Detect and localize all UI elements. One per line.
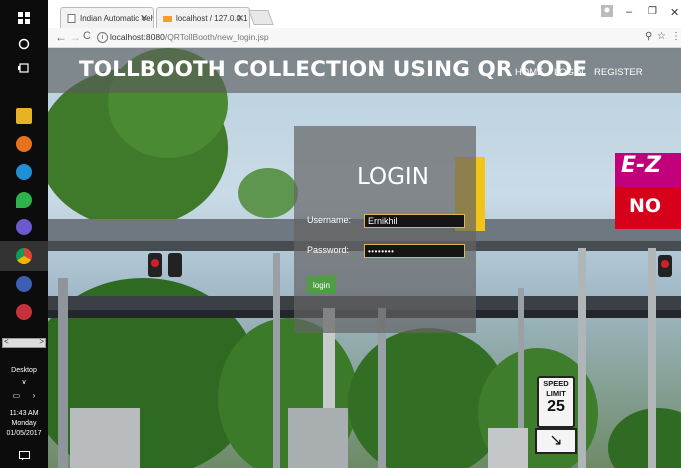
login-button[interactable]: login [307, 276, 336, 294]
nav-register-link[interactable]: REGISTER [594, 67, 643, 78]
site-header: TOLLBOOTH COLLECTION USING QR CODE HOME … [48, 48, 681, 93]
notification-icon[interactable] [0, 448, 48, 464]
tray-icons[interactable]: ▭ › [0, 391, 48, 400]
close-window-icon[interactable]: ✕ [670, 6, 679, 19]
app-icon[interactable] [16, 304, 32, 320]
minimize-icon[interactable]: – [626, 6, 632, 18]
login-heading: LOGIN [357, 164, 429, 190]
bookmark-star-icon[interactable]: ☆ [657, 31, 666, 42]
scroll-right-icon[interactable]: > [39, 337, 44, 346]
site-title: TOLLBOOTH COLLECTION USING QR CODE [79, 57, 588, 82]
tab-localhost-phpmyadmin[interactable]: localhost / 127.0.0.1 | ph ✕ [156, 7, 250, 28]
search-icon[interactable] [0, 34, 48, 54]
windows-start-icon[interactable] [0, 8, 48, 28]
firefox-icon[interactable] [16, 136, 32, 152]
clock-day[interactable]: Monday [0, 419, 48, 428]
ezpass-sign: E-Z NO [615, 153, 681, 229]
new-tab-button[interactable] [248, 10, 274, 25]
tab-indian-automatic[interactable]: Indian Automatic Vehicle ✕ [60, 7, 154, 28]
eclipse-icon[interactable] [16, 219, 32, 235]
url-host: localhost:8080 [110, 32, 165, 42]
extension-icon[interactable]: ⚲ [645, 31, 652, 42]
speed-sign-text: SPEED [543, 379, 569, 388]
browser-toolbar: ← → C i localhost:8080/QRTollBooth/new_l… [48, 28, 681, 48]
media-player-icon[interactable] [16, 276, 32, 292]
login-form-panel: LOGIN Username: Password: login [294, 126, 476, 333]
password-label: Password: [307, 245, 350, 255]
nav-home-link[interactable]: HOME [515, 67, 544, 78]
no-sign-text: NO [629, 195, 662, 217]
task-view-icon[interactable] [0, 58, 48, 78]
arrow-sign-icon: ↘ [535, 428, 577, 454]
close-tab-icon[interactable]: ✕ [236, 13, 244, 24]
desktop-chevron-icon[interactable]: ∨ [0, 378, 48, 387]
limit-value: 25 [547, 398, 565, 415]
chrome-icon[interactable] [16, 248, 32, 264]
nav-login-link[interactable]: LOGIN [554, 67, 584, 78]
restore-icon[interactable]: ❐ [648, 6, 657, 17]
clock-time[interactable]: 11:43 AM [0, 409, 48, 418]
password-input[interactable] [364, 244, 465, 258]
close-tab-icon[interactable]: ✕ [140, 13, 148, 24]
taskbar-scrollbar[interactable]: < > [2, 337, 46, 348]
forward-icon[interactable]: → [69, 30, 81, 44]
speed-limit-sign: SPEED LIMIT 25 [537, 376, 575, 428]
profile-icon[interactable] [601, 5, 613, 20]
reload-icon[interactable]: C [83, 30, 91, 42]
phpmyadmin-icon [163, 15, 172, 22]
droplet-app-icon[interactable] [16, 192, 32, 208]
menu-icon[interactable]: ⋮ [671, 31, 681, 42]
site-info-icon[interactable]: i [97, 32, 108, 43]
ezpass-sign-text: E-Z [615, 153, 681, 187]
clock-date[interactable]: 01/05/2017 [0, 429, 48, 438]
scroll-left-icon[interactable]: < [4, 337, 9, 346]
limit-sign-text: LIMIT [546, 389, 566, 398]
page-icon [67, 13, 76, 23]
username-label: Username: [307, 215, 352, 225]
browser-window: Indian Automatic Vehicle ✕ localhost / 1… [48, 0, 681, 468]
address-bar[interactable]: localhost:8080/QRTollBooth/new_login.jsp [110, 32, 269, 42]
tab-strip: Indian Automatic Vehicle ✕ localhost / 1… [48, 0, 681, 28]
url-path: /QRTollBooth/new_login.jsp [164, 32, 269, 42]
windows-taskbar: < > Desktop ∨ ▭ › 11:43 AM Monday 01/05/… [0, 0, 48, 468]
back-icon[interactable]: ← [55, 30, 67, 44]
network-app-icon[interactable] [16, 164, 32, 180]
file-explorer-icon[interactable] [16, 108, 32, 124]
desktop-label[interactable]: Desktop [0, 366, 48, 375]
username-input[interactable] [364, 214, 465, 228]
